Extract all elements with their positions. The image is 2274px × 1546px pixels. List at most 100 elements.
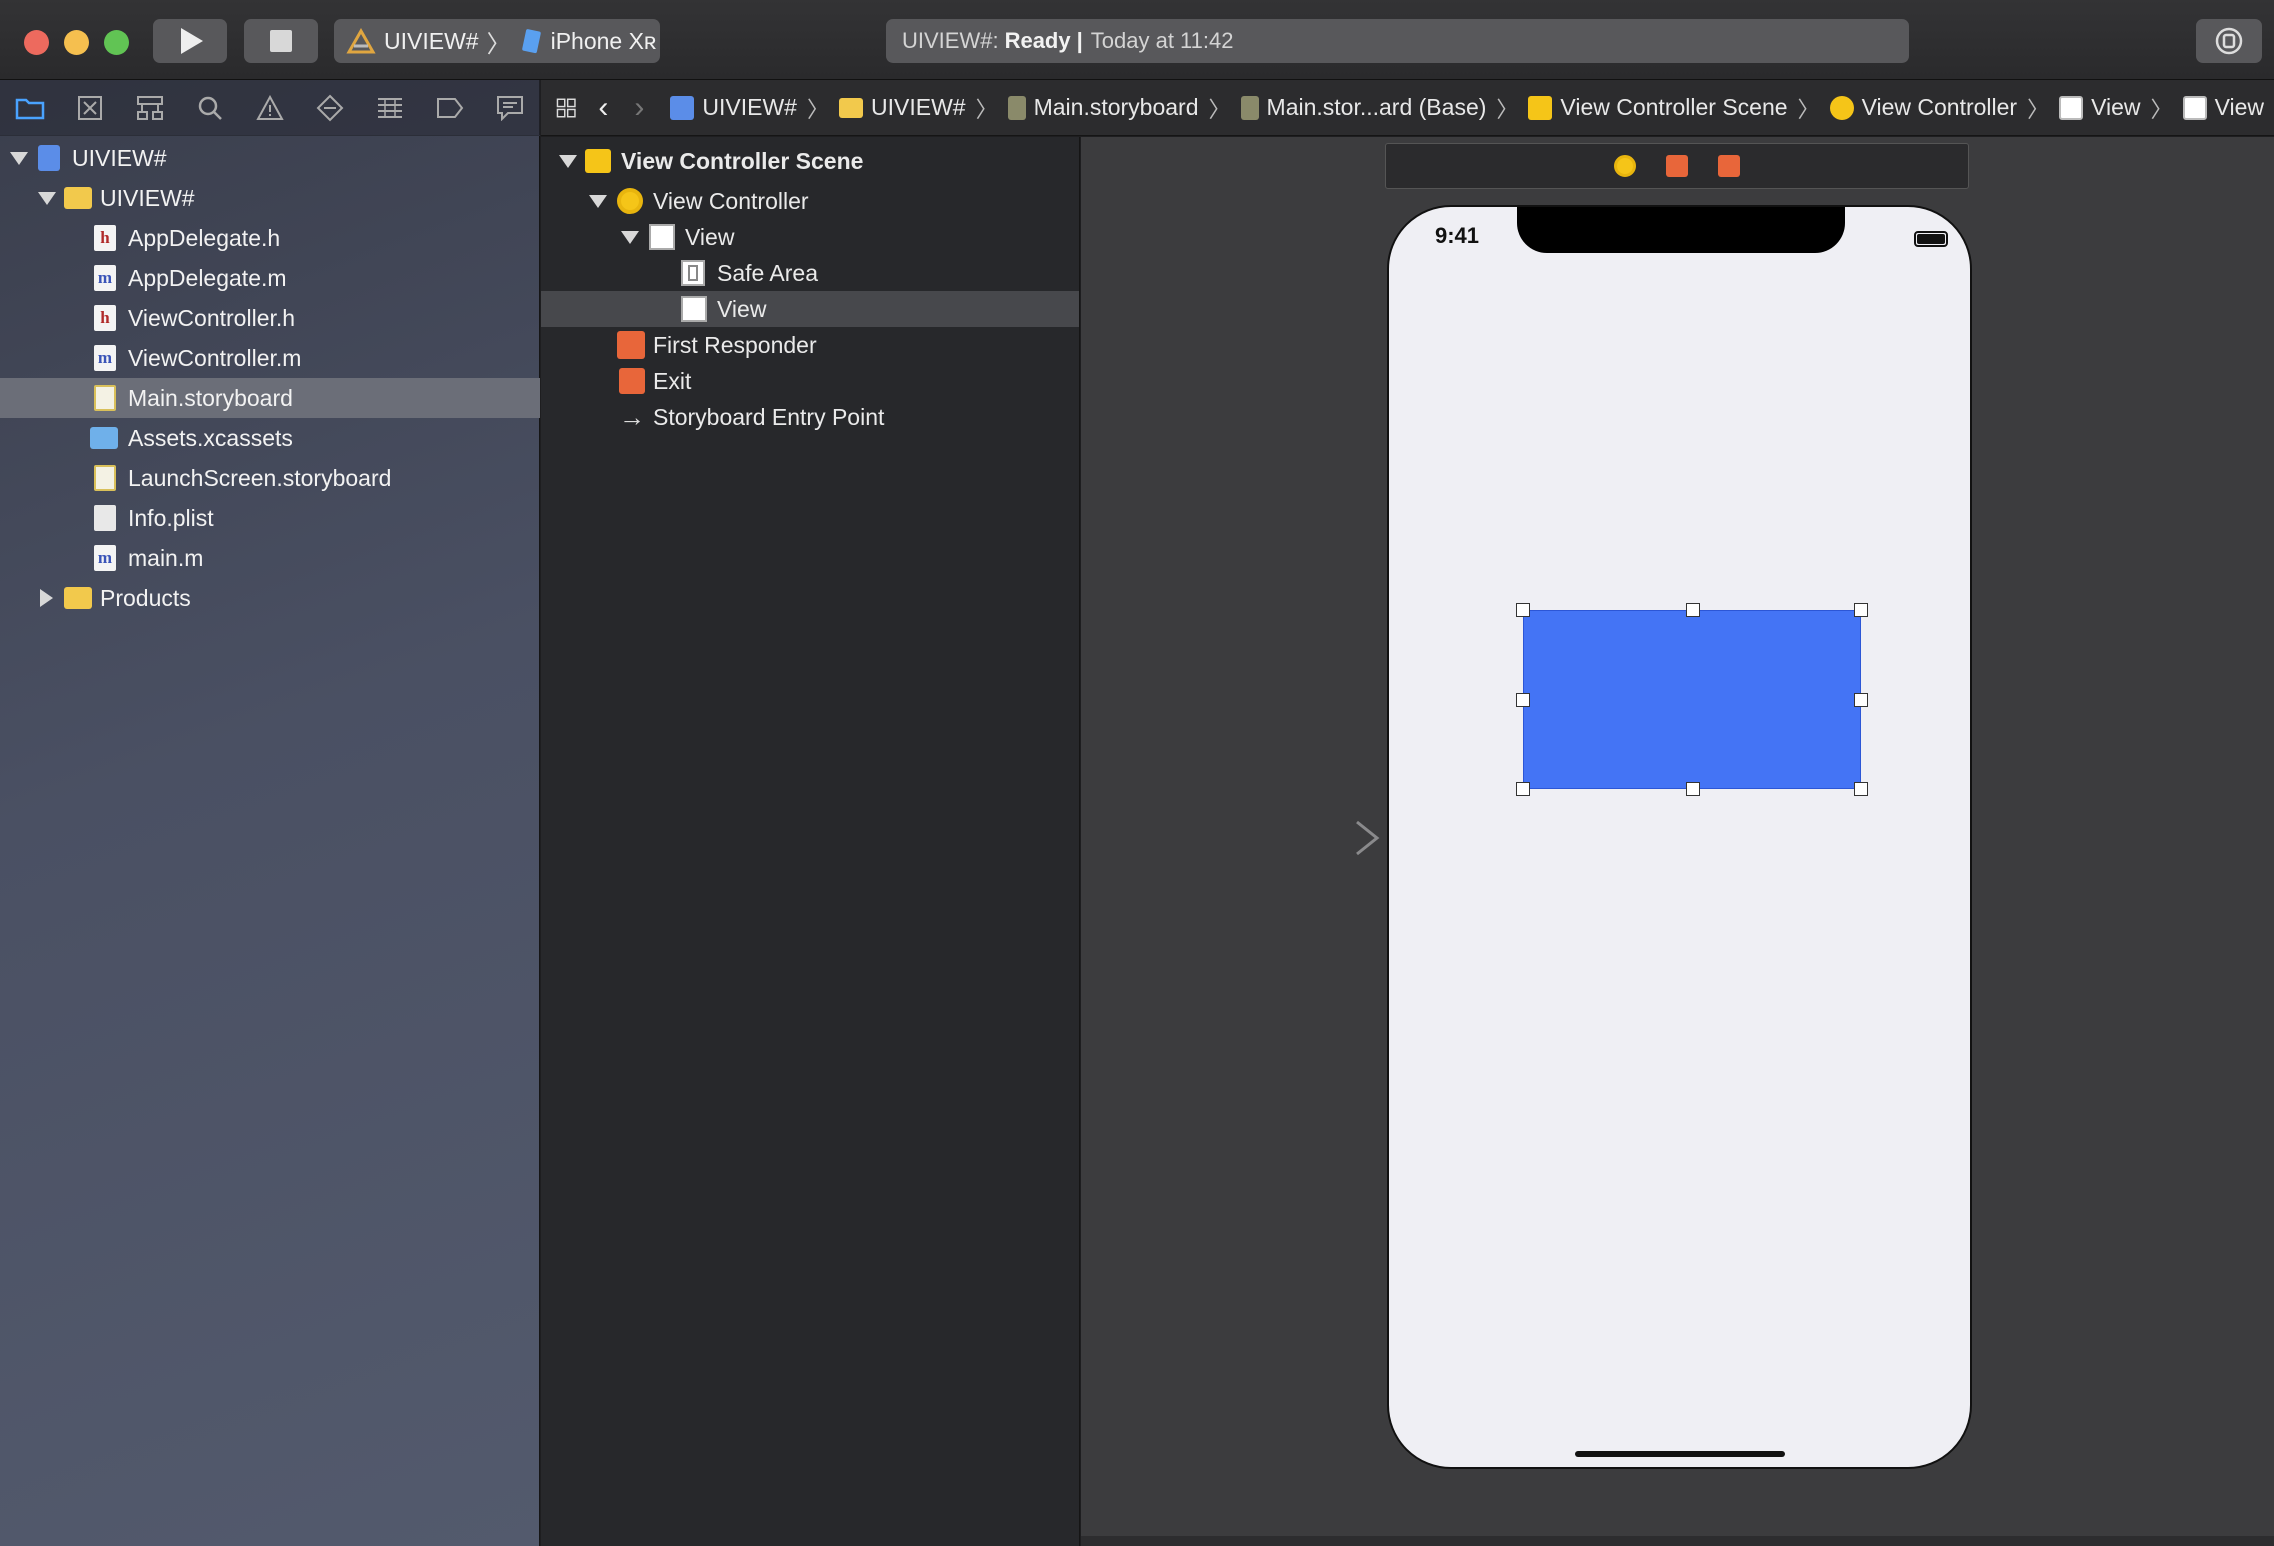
tree-row-file[interactable]: m main.m [0,538,540,578]
tab-project-navigator[interactable] [0,80,60,136]
tab-find-navigator[interactable] [180,80,240,136]
jumpbar-item-project[interactable]: UIVIEW# [670,94,797,121]
forward-chevron-icon[interactable]: › [634,91,644,125]
test-icon [316,94,344,121]
jumpbar-item-view[interactable]: View [2059,94,2141,121]
tree-row-label: UIVIEW# [100,184,195,211]
exit-dock-icon[interactable] [1718,155,1740,177]
disclosure-right-icon[interactable] [40,589,53,607]
debug-icon [378,97,402,118]
back-chevron-icon[interactable]: ‹ [598,91,608,125]
tab-test-navigator[interactable] [300,80,360,136]
view-icon [649,224,675,250]
close-window-button[interactable] [24,30,49,55]
tree-row-project[interactable]: UIVIEW# [0,138,540,178]
jumpbar-item-subview[interactable]: View [2182,94,2264,121]
outline-row-view[interactable]: View [541,219,1079,255]
tree-row-file[interactable]: h ViewController.h [0,298,540,338]
report-icon [497,95,523,121]
resize-handle-top[interactable] [1686,603,1700,617]
storyboard-entry-arrow[interactable] [1245,820,1385,860]
tree-row-file[interactable]: h AppDelegate.h [0,218,540,258]
resize-handle-top-left[interactable] [1516,603,1530,617]
project-navigator: UIVIEW# UIVIEW# h AppDelegate.h m AppDel… [0,80,540,1546]
outline-row-entry-point[interactable]: → Storyboard Entry Point [541,399,1079,435]
disclosure-down-icon[interactable] [589,194,607,208]
outline-row-subview-selected[interactable]: View [541,291,1079,327]
outline-row-view-controller[interactable]: View Controller [541,183,1079,219]
outline-row-scene[interactable]: View Controller Scene [541,141,1079,181]
tree-row-group[interactable]: UIVIEW# [0,178,540,218]
tree-row-label: UIVIEW# [72,144,167,171]
outline-row-safe-area[interactable]: Safe Area [541,255,1079,291]
tree-row-file[interactable]: Assets.xcassets [0,418,540,458]
tree-row-file[interactable]: m AppDelegate.m [0,258,540,298]
path-separator-icon: 〉 [806,96,829,122]
tree-row-label: ViewController.h [128,304,296,331]
resize-handle-bottom[interactable] [1686,782,1700,796]
breakpoint-icon [437,97,464,118]
plist-file-icon [94,505,116,531]
outline-row-exit[interactable]: Exit [541,363,1079,399]
tree-row-file-selected[interactable]: Main.storyboard [0,378,540,418]
first-responder-dock-icon[interactable] [1666,155,1688,177]
resize-handle-bottom-left[interactable] [1516,782,1530,796]
selected-blue-view[interactable] [1516,603,1868,796]
disclosure-down-icon[interactable] [10,151,28,165]
tab-source-control-navigator[interactable] [60,80,120,136]
jumpbar-label: UIVIEW# [871,94,966,120]
zoom-window-button[interactable] [104,30,129,55]
folder-icon [64,187,92,209]
jumpbar-item-scene[interactable]: View Controller Scene [1528,94,1788,121]
disclosure-down-icon[interactable] [621,230,639,244]
header-file-icon: h [94,305,116,331]
tab-breakpoint-navigator[interactable] [420,80,480,136]
minimize-window-button[interactable] [64,30,89,55]
tree-row-group[interactable]: Products [0,578,540,618]
jumpbar-label: Main.storyboard [1033,94,1199,120]
jumpbar-item-view-controller[interactable]: View Controller [1829,94,2017,121]
tree-row-file[interactable]: LaunchScreen.storyboard [0,458,540,498]
view-icon [681,296,707,322]
resize-handle-bottom-right[interactable] [1854,782,1868,796]
outline-label: Storyboard Entry Point [653,403,885,430]
stop-button[interactable] [244,19,318,63]
view-controller-dock-icon[interactable] [1614,155,1636,177]
tab-symbol-navigator[interactable] [120,80,180,136]
run-button[interactable] [153,19,227,63]
tree-row-file[interactable]: m ViewController.m [0,338,540,378]
jumpbar-item-storyboard-base[interactable]: Main.stor...ard (Base) [1240,94,1486,121]
outline-row-first-responder[interactable]: First Responder [541,327,1079,363]
warning-icon [256,94,284,120]
folder-icon [64,587,92,609]
disclosure-down-icon[interactable] [559,154,577,168]
jumpbar-item-group[interactable]: UIVIEW# [839,94,966,121]
resize-handle-right[interactable] [1854,693,1868,707]
hierarchy-icon [137,95,163,120]
disclosure-down-icon[interactable] [38,191,56,205]
related-items-grid-icon[interactable] [556,94,576,122]
resize-handle-top-right[interactable] [1854,603,1868,617]
iphone-device-icon [521,29,541,54]
view-controller-icon [617,188,643,214]
path-separator-icon: 〉 [1496,96,1519,122]
scheme-selector[interactable]: UIVIEW# 〉 iPhone Xʀ [334,19,660,63]
tab-issue-navigator[interactable] [240,80,300,136]
tree-row-label: LaunchScreen.storyboard [128,464,392,491]
library-button[interactable] [2196,19,2262,63]
tree-row-label: Products [100,584,191,611]
resize-handle-left[interactable] [1516,693,1530,707]
outline-label: View Controller Scene [621,147,864,174]
implementation-file-icon: m [94,345,116,371]
tab-debug-navigator[interactable] [360,80,420,136]
implementation-file-icon: m [94,545,116,571]
path-separator-icon: 〉 [975,96,998,122]
iphone-scene-frame[interactable]: 9:41 [1387,205,1972,1469]
tab-report-navigator[interactable] [480,80,540,136]
view-icon [2059,95,2084,120]
jump-bar: ‹ › UIVIEW# 〉 UIVIEW# 〉 Main.storyboard … [541,80,2274,136]
jumpbar-item-storyboard[interactable]: Main.storyboard [1007,94,1199,121]
scheme-separator-icon: 〉 [486,30,511,58]
outline-label: First Responder [653,331,817,358]
tree-row-file[interactable]: Info.plist [0,498,540,538]
